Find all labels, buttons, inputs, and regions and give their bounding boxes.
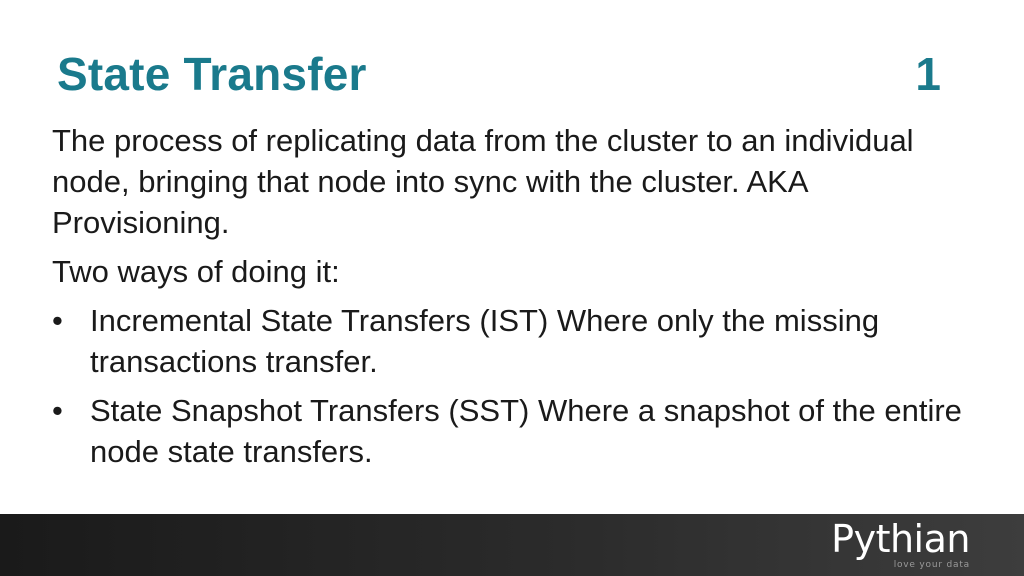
body-paragraph-definition: The process of replicating data from the… xyxy=(52,123,914,240)
bullet-list: • Incremental State Transfers (IST) Wher… xyxy=(52,300,992,472)
pythian-logo: Pythian love your data xyxy=(830,516,970,574)
bullet-text-sst: State Snapshot Transfers (SST) Where a s… xyxy=(90,393,962,469)
bullet-item-ist: • Incremental State Transfers (IST) Wher… xyxy=(52,300,992,382)
body-paragraph-intro: Two ways of doing it: xyxy=(52,254,340,289)
footer-bar: Pythian love your data xyxy=(0,514,1024,576)
bullet-icon: • xyxy=(52,303,63,338)
bullet-item-sst: • State Snapshot Transfers (SST) Where a… xyxy=(52,390,992,472)
logo-wordmark: Pythian xyxy=(831,517,970,561)
slide-number: 1 xyxy=(915,48,941,100)
slide-title: State Transfer xyxy=(57,48,367,100)
bullet-text-ist: Incremental State Transfers (IST) Where … xyxy=(90,303,880,379)
bullet-icon: • xyxy=(52,393,63,428)
slide: State Transfer 1 The process of replicat… xyxy=(0,0,1024,576)
slide-body: The process of replicating data from the… xyxy=(52,120,992,480)
title-row: State Transfer 1 xyxy=(57,44,947,106)
